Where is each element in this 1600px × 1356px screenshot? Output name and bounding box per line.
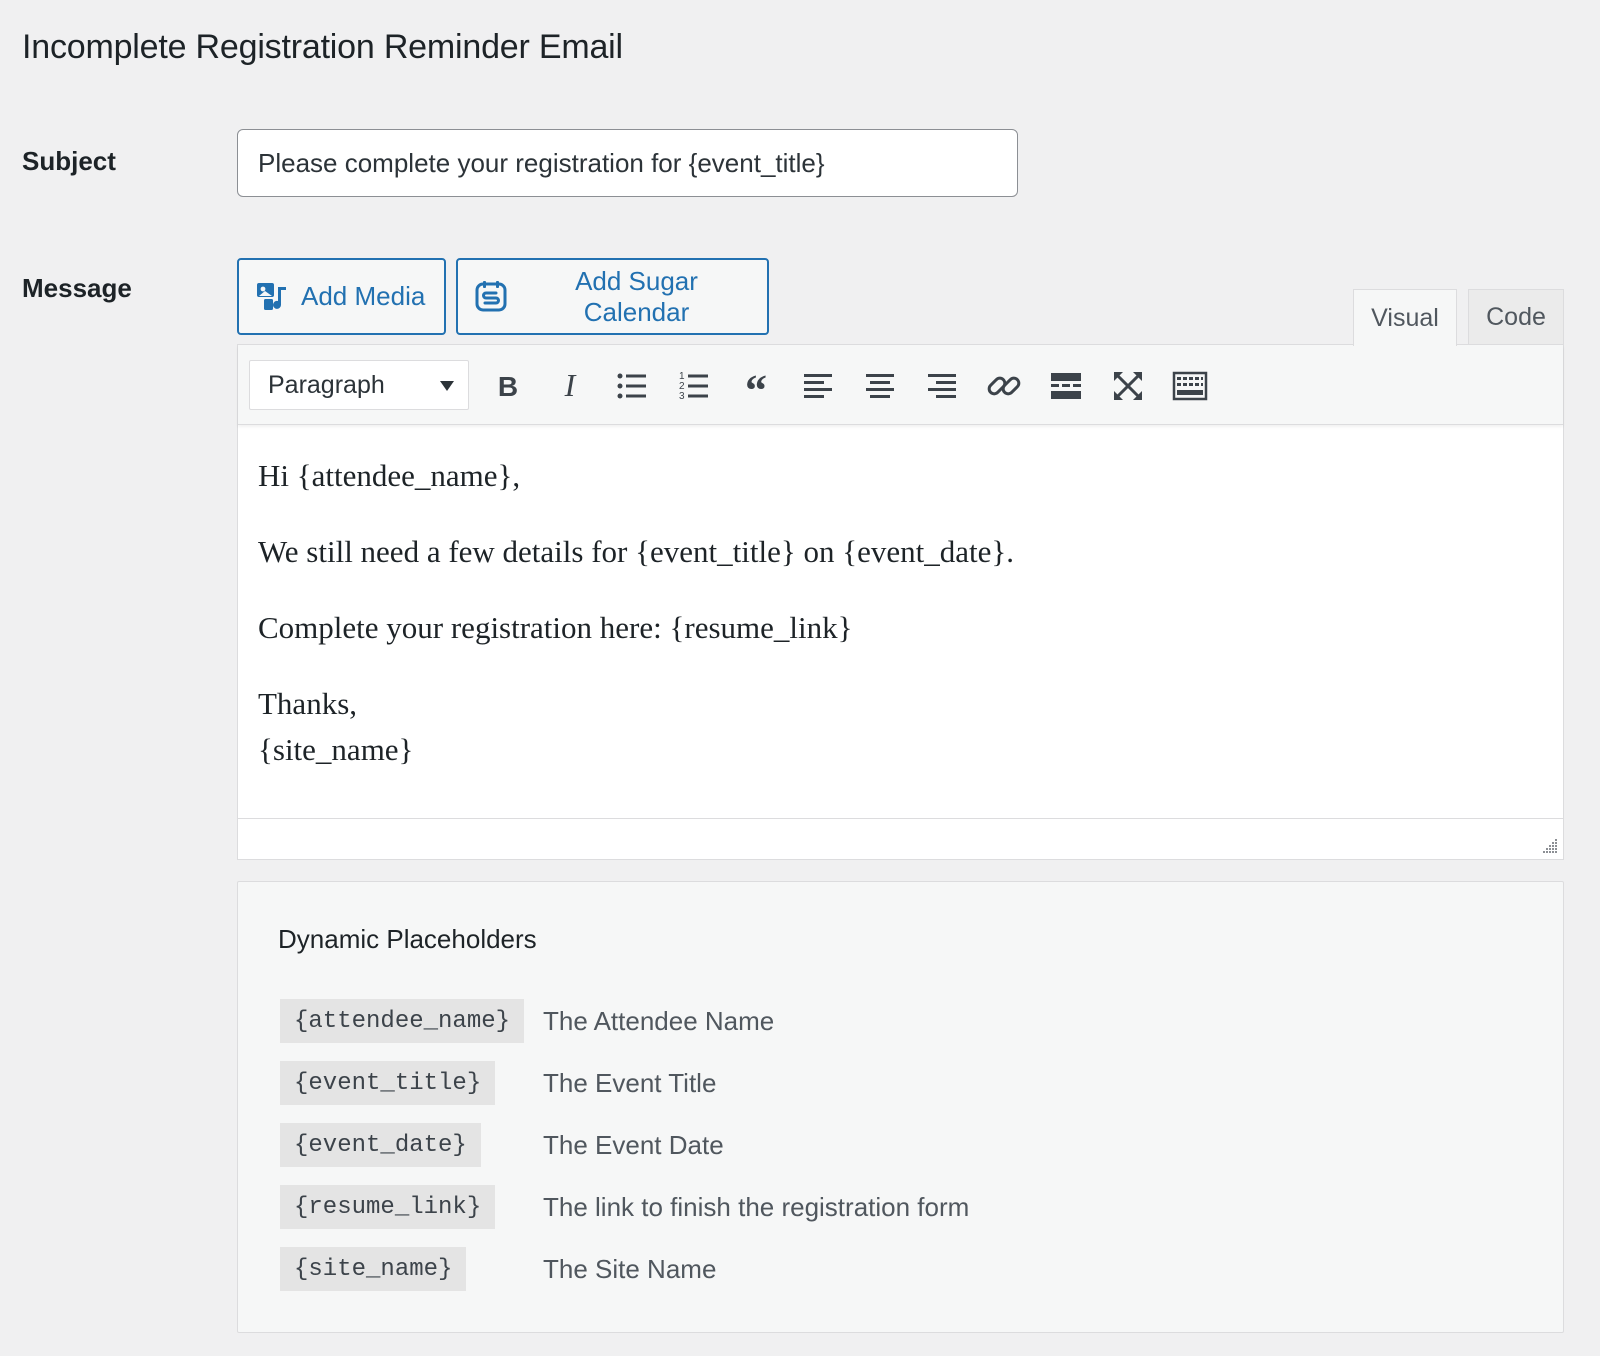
placeholder-code: {event_date} [280, 1123, 481, 1167]
placeholder-description: The Attendee Name [543, 1005, 775, 1036]
svg-text:B: B [498, 371, 518, 402]
placeholder-code: {attendee_name} [280, 999, 525, 1043]
add-media-label: Add Media [301, 281, 426, 311]
body-line-link: Complete your registration here: {resume… [258, 610, 853, 645]
align-right-icon [928, 374, 956, 398]
align-left-button[interactable] [795, 363, 841, 409]
placeholder-row: {event_title} The Event Title [280, 1061, 716, 1105]
editor-content[interactable]: Hi {attendee_name}, We still need a few … [238, 425, 1563, 818]
placeholder-description: The Site Name [543, 1253, 717, 1284]
numbered-list-button[interactable]: 1 2 3 [671, 363, 717, 409]
message-label: Message [22, 273, 132, 303]
fullscreen-icon [1114, 372, 1142, 400]
subject-input[interactable] [237, 129, 1018, 197]
resize-handle-icon[interactable] [1540, 836, 1558, 854]
link-icon [987, 376, 1021, 396]
format-select-value: Paragraph [268, 370, 385, 399]
chevron-down-icon [440, 381, 454, 391]
placeholder-description: The link to finish the registration form [543, 1191, 970, 1222]
italic-button[interactable]: I [547, 363, 593, 409]
format-select[interactable]: Paragraph [249, 360, 469, 410]
svg-text:“: “ [745, 367, 767, 405]
placeholder-description: The Event Date [543, 1129, 724, 1160]
editor-toolbar: Paragraph B I 1 2 3 “ [238, 345, 1563, 425]
numbered-list-icon: 1 2 3 [679, 371, 708, 402]
bold-button[interactable]: B [485, 363, 531, 409]
placeholder-code: {event_title} [280, 1061, 496, 1105]
fullscreen-button[interactable] [1105, 363, 1151, 409]
toolbar-toggle-button[interactable] [1167, 363, 1213, 409]
read-more-icon [1051, 373, 1081, 399]
calendar-icon [474, 280, 508, 314]
subject-label: Subject [22, 146, 116, 176]
placeholder-code: {site_name} [280, 1247, 467, 1291]
align-right-button[interactable] [919, 363, 965, 409]
placeholder-description: The Event Title [543, 1067, 717, 1098]
italic-icon: I [564, 367, 577, 403]
svg-text:I: I [564, 367, 577, 403]
add-media-button[interactable]: Add Media [237, 258, 446, 335]
dynamic-placeholders-panel: Dynamic Placeholders {attendee_name} The… [237, 881, 1564, 1333]
blockquote-icon: “ [745, 367, 767, 405]
placeholder-row: {resume_link} The link to finish the reg… [280, 1185, 969, 1229]
body-line-thanks: Thanks, [258, 686, 358, 721]
blockquote-button[interactable]: “ [733, 363, 779, 409]
body-line-greeting: Hi {attendee_name}, [258, 458, 521, 493]
tab-visual[interactable]: Visual [1353, 289, 1457, 346]
body-line-details: We still need a few details for {event_t… [258, 534, 1014, 569]
placeholder-row: {site_name} The Site Name [280, 1247, 716, 1291]
placeholders-title: Dynamic Placeholders [278, 924, 537, 954]
svg-text:3: 3 [679, 391, 685, 402]
align-left-icon [804, 374, 832, 398]
link-button[interactable] [981, 363, 1027, 409]
page-title: Incomplete Registration Reminder Email [22, 28, 623, 66]
placeholder-row: {attendee_name} The Attendee Name [280, 999, 774, 1043]
add-sugar-calendar-label: Add Sugar Calendar [575, 265, 698, 327]
tab-code[interactable]: Code [1468, 289, 1564, 345]
body-line-site-name: {site_name} [258, 732, 414, 767]
add-sugar-calendar-button[interactable]: Add Sugar Calendar [456, 258, 769, 335]
toolbar-toggle-icon [1172, 371, 1208, 401]
align-center-icon [866, 374, 894, 398]
bold-icon: B [498, 371, 518, 402]
placeholder-row: {event_date} The Event Date [280, 1123, 724, 1167]
placeholder-code: {resume_link} [280, 1185, 496, 1229]
bullet-list-button[interactable] [609, 363, 655, 409]
read-more-button[interactable] [1043, 363, 1089, 409]
align-center-button[interactable] [857, 363, 903, 409]
bullet-list-icon [617, 373, 646, 399]
media-icon [255, 280, 289, 314]
editor: Paragraph B I 1 2 3 “ Hi {attendee_name}… [237, 344, 1564, 860]
editor-statusbar [238, 818, 1563, 859]
